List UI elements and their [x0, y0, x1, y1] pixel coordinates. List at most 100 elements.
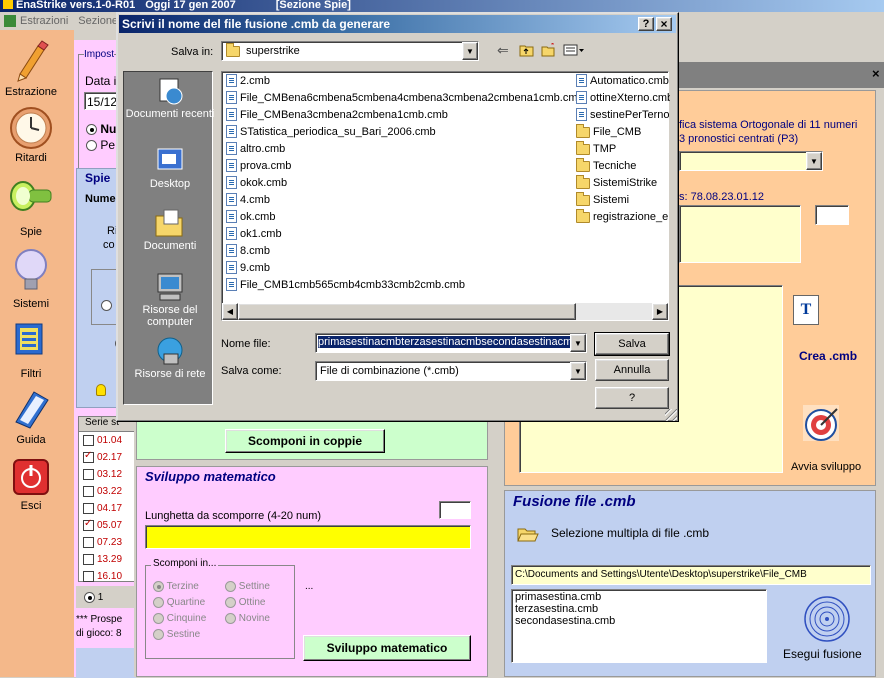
nav-ritardi[interactable]: Ritardi: [0, 106, 62, 164]
help-dialog-button[interactable]: ?: [595, 387, 669, 409]
serie-checkbox[interactable]: [83, 469, 94, 480]
table-row[interactable]: 04.17: [79, 500, 137, 517]
nav-estrazione[interactable]: Estrazione: [0, 40, 62, 98]
file-item[interactable]: 4.cmb: [226, 191, 584, 208]
file-item[interactable]: File_CMBena3cmbena2cmbena1cmb.cmb: [226, 106, 584, 123]
selezione-multipla-label[interactable]: Selezione multipla di file .cmb: [551, 526, 709, 540]
code-box[interactable]: [679, 205, 801, 263]
list-item[interactable]: primasestina.cmb: [515, 591, 763, 603]
place-desktop[interactable]: Desktop: [124, 146, 216, 190]
radio-nu[interactable]: Nu: [86, 122, 116, 136]
close-button[interactable]: ×: [656, 17, 672, 31]
file-item[interactable]: registrazione_e: [576, 208, 670, 225]
serie-checkbox[interactable]: [83, 450, 94, 463]
nav-esci[interactable]: Esci: [0, 458, 62, 512]
small-box[interactable]: [815, 205, 849, 225]
file-item[interactable]: STatistica_periodica_su_Bari_2006.cmb: [226, 123, 584, 140]
table-row[interactable]: 13.29: [79, 551, 137, 568]
opt-cinquine[interactable]: Cinquine: [153, 613, 206, 624]
file-item[interactable]: File_CMB: [576, 123, 670, 140]
esegui-fusione-label[interactable]: Esegui fusione: [783, 647, 862, 661]
folder-open-icon[interactable]: [517, 525, 539, 543]
opt-settine[interactable]: Settine: [225, 581, 270, 592]
fusione-path-field[interactable]: C:\Documents and Settings\Utente\Desktop…: [511, 565, 871, 585]
menu-sezione[interactable]: Sezione: [78, 15, 118, 27]
sviluppo-matematico-button[interactable]: Sviluppo matematico: [303, 635, 471, 661]
chevron-down-icon[interactable]: ▼: [462, 42, 478, 60]
serie-checkbox[interactable]: [83, 518, 94, 531]
table-row[interactable]: 07.23: [79, 534, 137, 551]
nome-file-combo[interactable]: primasestinacmbterzasestinacmbsecondases…: [315, 333, 587, 353]
bottom-radio[interactable]: [84, 591, 95, 603]
scroll-left-icon[interactable]: ◀: [222, 303, 238, 320]
tipo-file-combo[interactable]: File di combinazione (*.cmb) ▼: [315, 361, 587, 381]
place-documents[interactable]: Documenti: [124, 208, 216, 252]
file-item[interactable]: ok1.cmb: [226, 225, 584, 242]
scroll-right-icon[interactable]: ▶: [652, 303, 668, 320]
file-item[interactable]: File_CMB1cmb565cmb4cmb33cmb2cmb.cmb: [226, 276, 584, 293]
file-item[interactable]: File_CMBena6cmbena5cmbena4cmbena3cmbena2…: [226, 89, 584, 106]
up-folder-icon[interactable]: [519, 43, 535, 57]
file-item[interactable]: SistemiStrike: [576, 174, 670, 191]
file-item[interactable]: 9.cmb: [226, 259, 584, 276]
opt-terzine[interactable]: Terzine: [153, 581, 199, 592]
chevron-down-icon[interactable]: ▼: [806, 152, 822, 170]
place-network[interactable]: Risorse di rete: [124, 336, 216, 380]
sistemi-dropdown[interactable]: ▼: [679, 151, 823, 171]
file-item[interactable]: ottineXterno.cmb: [576, 89, 670, 106]
right-close-icon[interactable]: ×: [872, 66, 880, 81]
opt-novine[interactable]: Novine: [225, 613, 270, 624]
help-button[interactable]: ?: [638, 17, 654, 31]
lunghetta-count-field[interactable]: [439, 501, 471, 519]
nav-spie[interactable]: Spie: [0, 178, 62, 238]
opt-quartine[interactable]: Quartine: [153, 597, 205, 608]
list-item[interactable]: secondasestina.cmb: [515, 615, 763, 627]
menu-estrazioni[interactable]: Estrazioni: [20, 15, 68, 27]
file-item[interactable]: ok.cmb: [226, 208, 584, 225]
file-item[interactable]: Sistemi: [576, 191, 670, 208]
scroll-thumb[interactable]: [238, 303, 576, 320]
list-item[interactable]: terzasestina.cmb: [515, 603, 763, 615]
folder-combo[interactable]: superstrike ▼: [221, 41, 479, 61]
file-item[interactable]: TMP: [576, 140, 670, 157]
nav-filtri[interactable]: Filtri: [0, 320, 62, 380]
file-item[interactable]: okok.cmb: [226, 174, 584, 191]
serie-checkbox[interactable]: [83, 503, 94, 514]
file-item[interactable]: sestinePerTerno: [576, 106, 670, 123]
lunghetta-input[interactable]: [145, 525, 471, 549]
resize-grip-icon[interactable]: [665, 409, 677, 421]
place-computer[interactable]: Risorse del computer: [124, 272, 216, 328]
nav-sistemi[interactable]: Sistemi: [0, 248, 62, 310]
nav-guida[interactable]: Guida: [0, 388, 62, 446]
file-item[interactable]: Automatico.cmb: [576, 72, 670, 89]
annulla-button[interactable]: Annulla: [595, 359, 669, 381]
file-item[interactable]: 8.cmb: [226, 242, 584, 259]
table-row[interactable]: 01.04: [79, 432, 137, 449]
file-list[interactable]: 2.cmb File_CMBena6cmbena5cmbena4cmbena3cm…: [221, 71, 670, 321]
spiral-icon[interactable]: [803, 595, 851, 643]
serie-checkbox[interactable]: [83, 554, 94, 565]
opt-ottine[interactable]: Ottine: [225, 597, 265, 608]
back-arrow-icon[interactable]: ⇐: [497, 43, 509, 59]
serie-checkbox[interactable]: [83, 486, 94, 497]
avvia-sviluppo-label[interactable]: Avvia sviluppo: [791, 461, 861, 473]
spie-radio-1[interactable]: [101, 299, 112, 311]
opt-sestine[interactable]: Sestine: [153, 629, 200, 640]
table-row[interactable]: 16.10: [79, 568, 137, 585]
new-folder-icon[interactable]: *: [541, 41, 557, 57]
table-row[interactable]: 03.22: [79, 483, 137, 500]
chevron-down-icon[interactable]: ▼: [570, 334, 586, 352]
file-item[interactable]: Tecniche: [576, 157, 670, 174]
serie-list[interactable]: Serie st 01.0402.1703.1203.2204.1705.070…: [78, 416, 138, 582]
crea-cmb-label[interactable]: Crea .cmb: [799, 349, 857, 363]
table-row[interactable]: 03.12: [79, 466, 137, 483]
fusione-file-list[interactable]: primasestina.cmb terzasestina.cmb second…: [511, 589, 767, 663]
table-row[interactable]: 02.17: [79, 449, 137, 466]
salva-button[interactable]: Salva: [594, 332, 670, 356]
chevron-down-icon[interactable]: ▼: [570, 362, 586, 380]
font-file-icon[interactable]: T: [793, 295, 819, 325]
radio-pe[interactable]: Pe: [86, 138, 115, 152]
serie-checkbox[interactable]: [83, 435, 94, 446]
horizontal-scrollbar[interactable]: ◀ ▶: [222, 303, 668, 320]
file-item[interactable]: 2.cmb: [226, 72, 584, 89]
